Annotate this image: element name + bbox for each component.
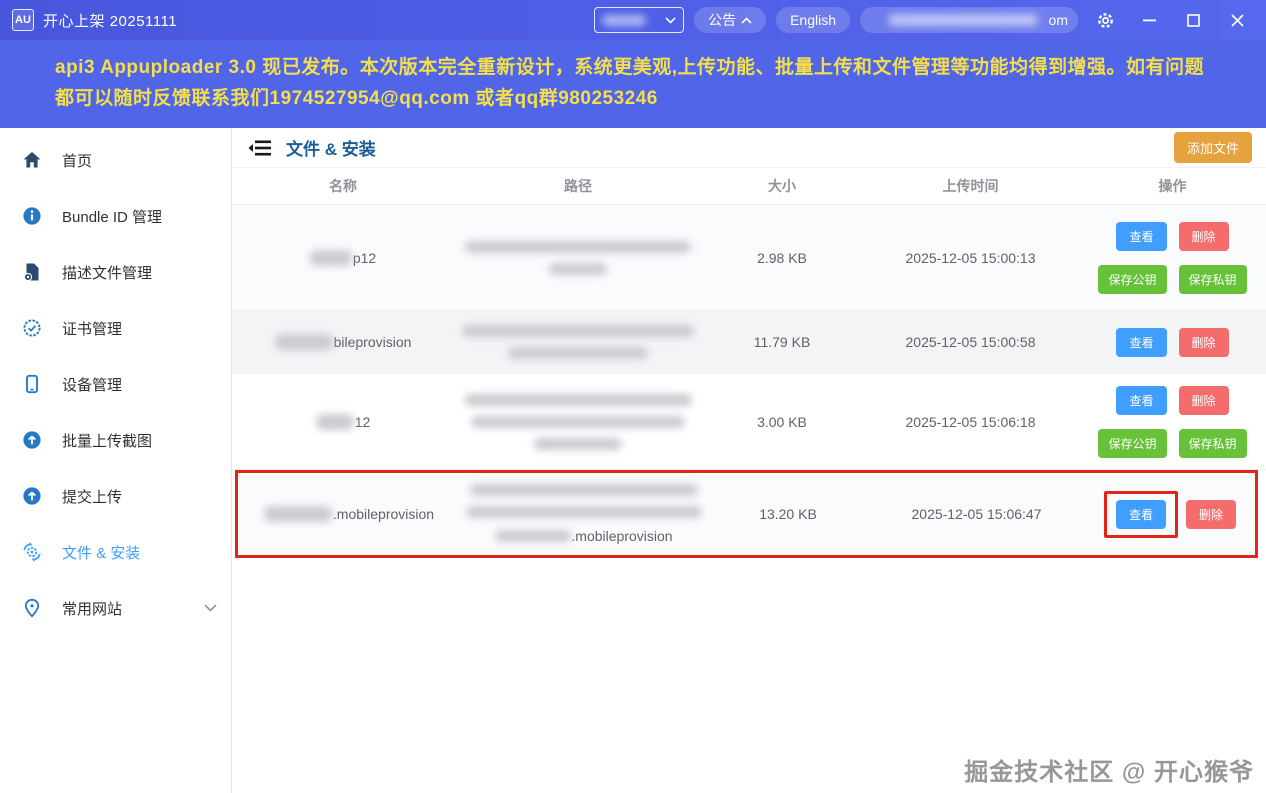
announcement-button[interactable]: 公告 xyxy=(694,7,767,33)
main-content: 文件 & 安装 添加文件 名称 路径 大小 上传时间 操作 p12 2.98 K… xyxy=(232,128,1266,793)
file-size: 2.98 KB xyxy=(757,249,807,266)
table-row: p12 2.98 KB 2025-12-05 15:00:13 查看 删除 保存… xyxy=(232,205,1266,311)
path-suffix: .mobileprovision xyxy=(571,528,673,544)
info-circle-icon xyxy=(23,207,41,225)
file-name: p12 xyxy=(352,249,377,266)
app-title: 开心上架 20251111 xyxy=(43,12,178,30)
column-header-actions: 操作 xyxy=(1158,178,1187,194)
titlebar: AU 开心上架 20251111 公告 English om xyxy=(0,0,1266,40)
table-row: bileprovision 11.79 KB 2025-12-05 15:00:… xyxy=(232,311,1266,374)
announcement-label: 公告 xyxy=(708,12,737,28)
view-button[interactable]: 查看 xyxy=(1116,385,1167,415)
settings-gear-icon[interactable] xyxy=(1088,6,1122,34)
location-pin-icon xyxy=(24,598,40,618)
announcement-banner: api3 Appuploader 3.0 现已发布。本次版本完全重新设计，系统更… xyxy=(0,40,1266,128)
upload-time: 2025-12-05 15:06:18 xyxy=(905,413,1036,430)
watermark: 掘金技术社区 @ 开心猴爷 xyxy=(964,759,1254,786)
view-button[interactable]: 查看 xyxy=(1116,221,1167,251)
file-size: 11.79 KB xyxy=(753,334,811,350)
file-gear-icon xyxy=(23,263,39,282)
file-name: .mobileprovision xyxy=(332,506,435,522)
delete-button[interactable]: 删除 xyxy=(1178,327,1229,357)
redacted-file-name xyxy=(309,249,352,266)
column-header-path: 路径 xyxy=(564,178,592,194)
sidebar-item-label: 描述文件管理 xyxy=(62,264,153,282)
sidebar-item-label: 批量上传截图 xyxy=(62,432,153,450)
save-private-key-button[interactable]: 保存私钥 xyxy=(1178,428,1247,458)
sidebar-item-bundle-id[interactable]: Bundle ID 管理 xyxy=(0,188,231,244)
redacted-file-name xyxy=(315,413,354,430)
redacted-file-name xyxy=(274,334,333,350)
sidebar-item-common-websites[interactable]: 常用网站 xyxy=(0,580,231,636)
sidebar: 首页 Bundle ID 管理 描述文件管理 证书管理 设备管理 批量上传截图 … xyxy=(0,128,232,793)
sidebar-item-devices[interactable]: 设备管理 xyxy=(0,356,231,412)
app-logo: AU xyxy=(12,9,34,31)
chevron-up-icon xyxy=(741,16,752,24)
redacted-account-email xyxy=(887,14,1038,26)
chevron-down-icon xyxy=(665,16,676,24)
file-size: 13.20 KB xyxy=(759,506,817,522)
home-icon xyxy=(23,152,41,168)
redacted-file-path xyxy=(454,240,702,275)
annotation-highlight-box: 查看 xyxy=(1103,490,1178,538)
gear-sync-icon xyxy=(23,542,41,562)
smartphone-icon xyxy=(26,374,38,394)
sidebar-item-label: 提交上传 xyxy=(62,488,123,506)
save-private-key-button[interactable]: 保存私钥 xyxy=(1178,264,1247,294)
close-button[interactable] xyxy=(1220,6,1254,34)
file-name: 12 xyxy=(354,413,371,430)
column-header-time: 上传时间 xyxy=(942,178,999,194)
sidebar-item-label: 文件 & 安装 xyxy=(62,544,141,562)
add-file-button[interactable]: 添加文件 xyxy=(1173,132,1252,163)
redacted-file-path: .mobileprovision xyxy=(460,484,708,544)
collapse-sidebar-icon[interactable] xyxy=(248,139,272,157)
account-suffix: om xyxy=(1048,12,1068,28)
sidebar-item-label: 设备管理 xyxy=(62,376,123,394)
page-title: 文件 & 安装 xyxy=(286,140,376,159)
sidebar-item-label: Bundle ID 管理 xyxy=(62,208,163,226)
redacted-file-path xyxy=(454,393,702,450)
content-header: 文件 & 安装 添加文件 xyxy=(232,128,1266,168)
sidebar-item-label: 首页 xyxy=(62,152,93,170)
delete-button[interactable]: 删除 xyxy=(1178,221,1229,251)
view-button[interactable]: 查看 xyxy=(1116,327,1167,357)
column-header-name: 名称 xyxy=(329,178,357,194)
upload-circle-icon xyxy=(23,431,41,449)
version-dropdown[interactable] xyxy=(594,7,685,33)
certificate-badge-icon xyxy=(23,319,41,337)
table-row: 12 3.00 KB 2025-12-05 15:06:18 查看 删除 保存公… xyxy=(232,374,1266,470)
redacted-file-path xyxy=(454,325,702,359)
table-header-row: 名称 路径 大小 上传时间 操作 xyxy=(232,168,1266,205)
account-pill[interactable]: om xyxy=(860,7,1078,33)
upload-time: 2025-12-05 15:00:58 xyxy=(905,334,1036,350)
file-name: bileprovision xyxy=(333,334,412,350)
delete-button[interactable]: 删除 xyxy=(1186,499,1237,529)
save-public-key-button[interactable]: 保存公钥 xyxy=(1098,264,1167,294)
language-label: English xyxy=(790,12,836,28)
view-button[interactable]: 查看 xyxy=(1115,499,1166,529)
table-row-highlighted: .mobileprovision .mobileprovision 13.20 … xyxy=(235,470,1258,558)
delete-button[interactable]: 删除 xyxy=(1178,385,1229,415)
file-size: 3.00 KB xyxy=(757,413,807,430)
sidebar-item-home[interactable]: 首页 xyxy=(0,132,231,188)
sidebar-item-provisioning-profiles[interactable]: 描述文件管理 xyxy=(0,244,231,300)
column-header-size: 大小 xyxy=(768,178,796,194)
redacted-dropdown-value xyxy=(602,14,647,26)
maximize-button[interactable] xyxy=(1176,6,1210,34)
chevron-down-icon xyxy=(204,604,217,612)
redacted-file-name xyxy=(263,506,332,522)
minimize-button[interactable] xyxy=(1132,6,1166,34)
upload-time: 2025-12-05 15:06:47 xyxy=(911,506,1042,522)
sidebar-item-submit-upload[interactable]: 提交上传 xyxy=(0,468,231,524)
sidebar-item-label: 常用网站 xyxy=(62,600,123,618)
save-public-key-button[interactable]: 保存公钥 xyxy=(1098,428,1167,458)
sidebar-item-certificates[interactable]: 证书管理 xyxy=(0,300,231,356)
upload-circle-icon xyxy=(23,487,41,505)
sidebar-item-label: 证书管理 xyxy=(62,320,123,338)
sidebar-item-files-install[interactable]: 文件 & 安装 xyxy=(0,524,231,580)
upload-time: 2025-12-05 15:00:13 xyxy=(905,249,1036,266)
language-button[interactable]: English xyxy=(776,7,850,33)
sidebar-item-batch-screenshots[interactable]: 批量上传截图 xyxy=(0,412,231,468)
